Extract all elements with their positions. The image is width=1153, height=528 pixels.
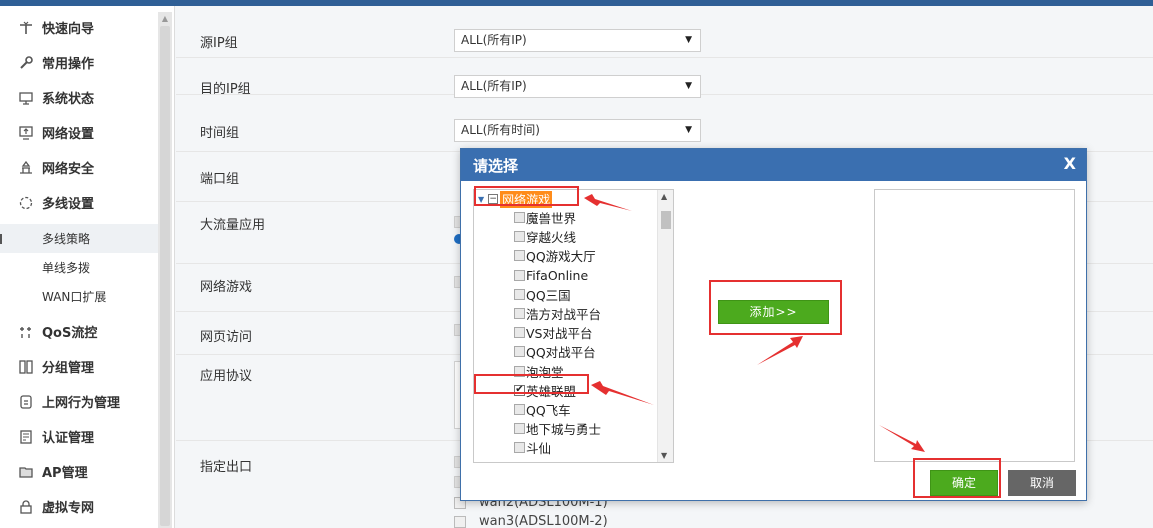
arrow-icon: [879, 425, 925, 452]
arrow-icon: [591, 381, 654, 405]
annotation-arrows: [584, 194, 925, 452]
arrow-icon: [584, 194, 632, 211]
arrow-icon: [757, 336, 803, 365]
